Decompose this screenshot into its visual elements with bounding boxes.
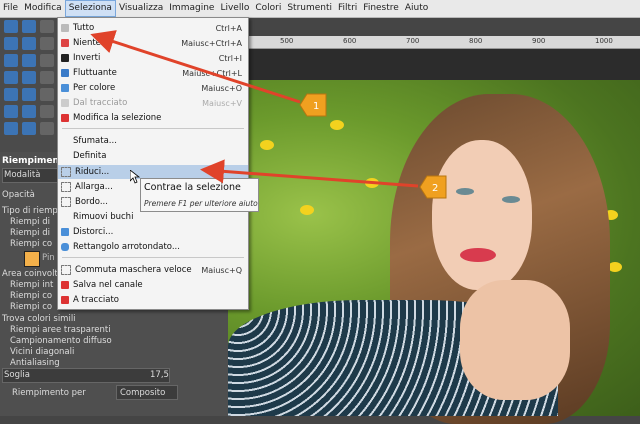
step-marker-2: 2 — [419, 175, 447, 199]
annotation-arrows — [90, 30, 419, 188]
step-marker-1: 1 — [299, 93, 327, 117]
marker-2-label: 2 — [432, 183, 438, 194]
arrow-1 — [90, 30, 301, 104]
arrow-2 — [200, 159, 419, 188]
marker-1-label: 1 — [313, 101, 319, 112]
